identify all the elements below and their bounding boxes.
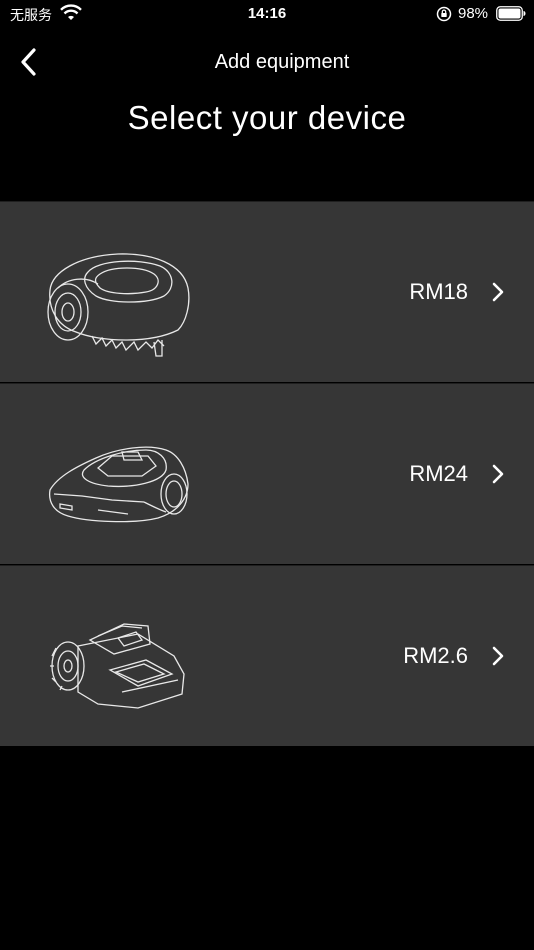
battery-icon (496, 6, 526, 21)
robot-mower-rm26-image (50, 623, 185, 709)
device-item-rm18[interactable]: RM18 (0, 201, 534, 382)
robot-mower-rm18-image (47, 253, 190, 357)
battery-percentage: 98% (458, 5, 489, 22)
chevron-right-icon (492, 464, 504, 484)
device-item-rm26[interactable]: RM2.6 (0, 565, 534, 746)
device-name: RM2.6 (403, 643, 468, 668)
chevron-right-icon (492, 646, 504, 666)
robot-mower-rm24-image (48, 446, 189, 523)
device-item-rm24[interactable]: RM24 (0, 383, 534, 564)
device-list: RM18 RM24 RM2.6 (0, 201, 534, 746)
page-title: Select your device (127, 99, 407, 136)
status-time: 14:16 (247, 5, 287, 22)
status-bar: 无服务 14:16 98% (0, 0, 534, 28)
chevron-right-icon (492, 282, 504, 302)
orientation-lock-icon (436, 6, 452, 22)
device-name: RM18 (409, 279, 468, 304)
device-name: RM24 (409, 461, 468, 486)
nav-title: Add equipment (214, 51, 350, 73)
